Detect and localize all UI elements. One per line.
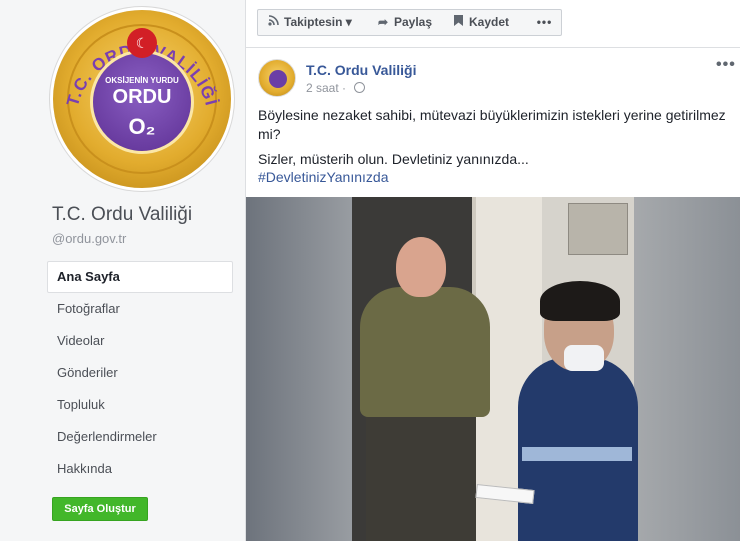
save-label: Kaydet <box>469 15 510 29</box>
logo-symbol: O₂ <box>128 114 156 139</box>
nav-item-posts[interactable]: Gönderiler <box>47 357 233 389</box>
post-options-button[interactable]: ••• <box>716 56 736 74</box>
page-handle[interactable]: @ordu.gov.tr <box>52 231 126 246</box>
following-label: Takiptesin <box>284 15 343 29</box>
page-title[interactable]: T.C. Ordu Valiliği <box>52 204 192 226</box>
turkish-flag-icon: ☾ <box>127 28 157 58</box>
rss-icon <box>266 10 280 35</box>
post-author-name[interactable]: T.C. Ordu Valiliği <box>306 62 416 78</box>
post-author-avatar[interactable] <box>258 59 296 97</box>
nav-item-reviews[interactable]: Değerlendirmeler <box>47 421 233 453</box>
share-button[interactable]: ➦ Paylaş <box>368 9 444 36</box>
logo-city: ORDU <box>112 86 172 108</box>
elderly-man-legs <box>366 412 476 541</box>
officer-reflective-stripe <box>522 447 632 461</box>
page-nav: Ana Sayfa Fotoğraflar Videolar Gönderile… <box>47 261 233 485</box>
create-page-button[interactable]: Sayfa Oluştur <box>52 497 148 521</box>
post-text-paragraph-2: Sizler, müsterih olun. Devletiniz yanını… <box>258 151 529 167</box>
elderly-man-head <box>396 237 446 297</box>
avatar-emblem <box>269 70 287 88</box>
nav-item-about[interactable]: Hakkında <box>47 453 233 485</box>
following-button[interactable]: Takiptesin ▾ <box>257 9 369 36</box>
left-sidebar: T.C. ORDU VALİLİĞİ ☾ OKSİJENİN YURDU ORD… <box>0 0 245 541</box>
nav-item-community[interactable]: Topluluk <box>47 389 233 421</box>
page-action-bar: Takiptesin ▾ ➦ Paylaş Kaydet ••• <box>246 0 740 48</box>
main-column: Takiptesin ▾ ➦ Paylaş Kaydet ••• T.C. Ord… <box>245 0 740 541</box>
logo-tagline: OKSİJENİN YURDU <box>105 76 179 85</box>
video-frame <box>352 197 638 541</box>
officer-hair <box>540 281 620 321</box>
more-options-button[interactable]: ••• <box>528 9 562 36</box>
post-text-paragraph-1: Böylesine nezaket sahibi, mütevazi büyük… <box>258 107 726 142</box>
share-arrow-icon: ➦ <box>377 15 389 29</box>
face-mask <box>564 345 604 371</box>
post-video[interactable] <box>246 197 740 541</box>
elderly-man-body <box>360 287 490 417</box>
electric-box <box>568 203 628 255</box>
nav-item-photos[interactable]: Fotoğraflar <box>47 293 233 325</box>
page-profile-logo[interactable]: T.C. ORDU VALİLİĞİ ☾ OKSİJENİN YURDU ORD… <box>53 10 231 188</box>
share-label: Paylaş <box>394 15 433 29</box>
globe-icon <box>354 82 366 93</box>
nav-item-home[interactable]: Ana Sayfa <box>47 261 233 293</box>
bookmark-icon <box>451 10 465 35</box>
post-time-label: 2 saat <box>306 81 339 95</box>
video-blur-right <box>634 197 740 541</box>
post-timestamp[interactable]: 2 saat · <box>306 81 366 95</box>
video-blur-left <box>246 197 356 541</box>
nav-item-videos[interactable]: Videolar <box>47 325 233 357</box>
save-button[interactable]: Kaydet <box>443 9 529 36</box>
post-hashtag-link[interactable]: #DevletinizYanınızda <box>258 169 388 185</box>
